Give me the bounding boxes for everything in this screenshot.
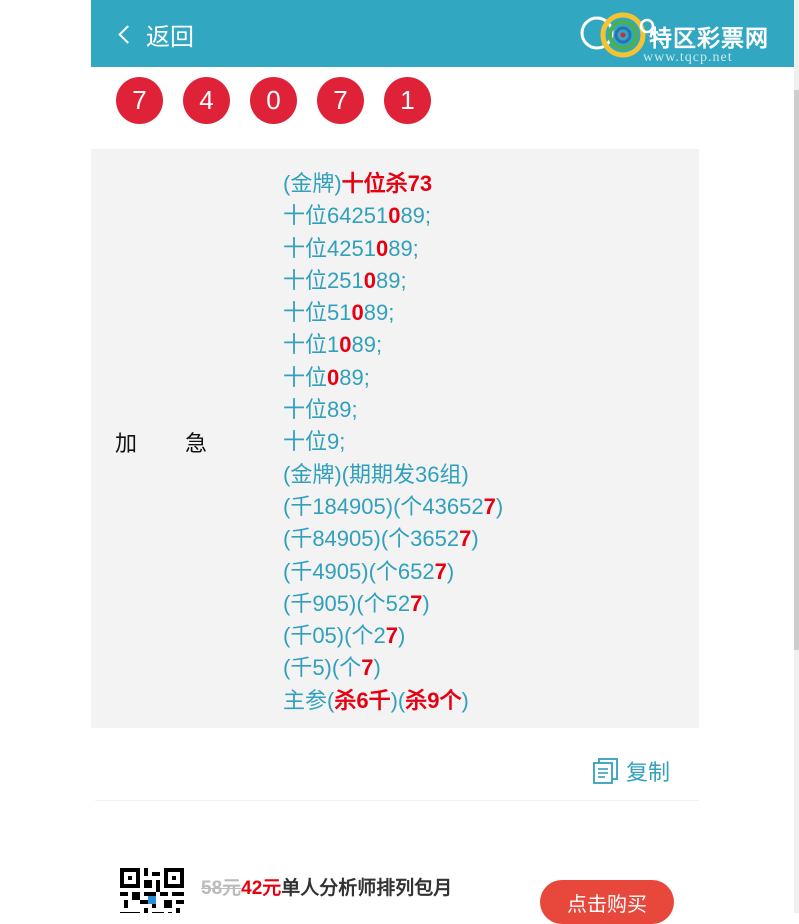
chevron-left-icon [118,24,137,44]
highlight-text: 杀9个 [405,687,462,713]
back-button[interactable]: 返回 [117,17,194,51]
line-text: (千4905)(个652 [283,558,435,584]
highlight-text: 0 [375,235,389,261]
line-text: 89; [351,332,383,358]
line-text: ) [495,493,504,519]
highlight-text: 7 [434,558,447,584]
qr-code-icon [120,868,184,913]
prediction-line: (千184905)(个436527) [283,491,503,523]
buy-label: 点击购买 [567,893,647,916]
line-text: 89; [388,235,419,261]
old-price: 58元 [201,878,242,899]
highlight-text: 0 [363,267,376,293]
number-ball: 0 [250,77,297,124]
line-text: (千05)(个2 [283,623,386,649]
number-ball: 7 [116,77,163,124]
highlight-text: 十位杀73 [341,171,433,196]
highlight-text: 7 [361,655,374,681]
line-text: ) [397,623,406,649]
prediction-line: (千905)(个527) [283,588,503,620]
prediction-line: 主参(杀6千)(杀9个) [283,685,503,717]
highlight-text: 7 [385,623,398,649]
prediction-line: 十位89; [283,394,503,426]
line-text: 十位1 [283,332,340,358]
copy-button[interactable]: 复制 [592,755,670,787]
prediction-line: 十位1089; [283,329,503,361]
line-text: 十位251 [283,267,364,293]
highlight-text: 0 [339,332,352,358]
line-text: 89; [375,267,407,293]
buy-button[interactable]: 点击购买 [540,880,674,924]
line-text: 十位51 [283,300,352,326]
panel-label: 加急 [115,432,256,457]
line-text: 89; [400,203,432,229]
prediction-line: 十位4251089; [283,233,503,265]
line-text: 十位9; [283,429,346,455]
prediction-line: 十位51089; [283,297,503,329]
qr-code [120,868,184,913]
prediction-line: 十位9; [283,426,503,458]
highlight-text: 7 [459,526,472,552]
logo-text: 特区彩票网 [649,25,769,51]
line-text: 89; [363,300,395,326]
promo-description: 单人分析师排列包月 [281,878,453,899]
line-text: ) [446,558,455,584]
highlight-text: 7 [410,590,423,616]
number-ball: 1 [384,77,431,124]
prediction-lines: (金牌)十位杀73 十位64251089; 十位4251089; 十位251089; 十… [283,168,503,717]
prediction-line: (金牌)十位杀73 [283,168,503,200]
highlight-text: 0 [351,300,364,326]
top-bar: 返回 特区彩票网 www.tqcp.net [91,0,794,67]
line-text: ) [373,655,381,681]
highlight-text: 0 [327,364,340,390]
scrollbar-thumb[interactable] [794,90,799,650]
prediction-line: (千5)(个7) [283,652,503,684]
site-logo: 特区彩票网 www.tqcp.net [579,5,794,65]
prediction-line: 十位089; [283,362,503,394]
highlight-text: 0 [388,203,401,229]
prediction-line: (金牌)(期期发36组) [283,459,503,491]
line-text: 89; [339,364,370,390]
prediction-line: 十位64251089; [283,200,503,232]
highlight-text: 杀6千 [334,687,391,713]
line-text: 十位64251 [283,203,389,229]
highlight-text: 7 [483,493,496,519]
line-text: (千84905)(个3652 [283,526,460,552]
line-text: 主参( [283,687,335,713]
line-text: (千905)(个52 [283,590,411,616]
number-ball: 7 [317,77,364,124]
number-ball: 4 [183,77,230,124]
line-text: ) [461,687,469,713]
back-label: 返回 [146,22,194,51]
line-text: (金牌) [283,171,342,196]
line-text: 十位4251 [283,235,376,261]
promo-text: 58元42元单人分析师排列包月 [201,873,452,900]
draw-numbers: 7 4 0 7 1 [116,77,451,124]
prediction-line: (千84905)(个36527) [283,523,503,555]
prediction-line: (千05)(个27) [283,620,503,652]
line-text: ) [422,590,430,616]
line-text: ) [471,526,479,552]
prediction-line: (千4905)(个6527) [283,556,503,588]
new-price: 42元 [241,878,282,899]
line-text: (千5)(个 [283,655,362,681]
line-text: )( [390,687,406,713]
prediction-line: 十位251089; [283,265,503,297]
line-text: (金牌)(期期发36组) [283,461,469,487]
copy-icon [593,758,618,784]
copy-label: 复制 [626,761,671,786]
line-text: 十位 [283,364,328,390]
divider [95,800,699,801]
line-text: 十位89; [283,397,358,423]
logo-url: www.tqcp.net [643,50,733,65]
line-text: (千184905)(个43652 [283,493,484,519]
